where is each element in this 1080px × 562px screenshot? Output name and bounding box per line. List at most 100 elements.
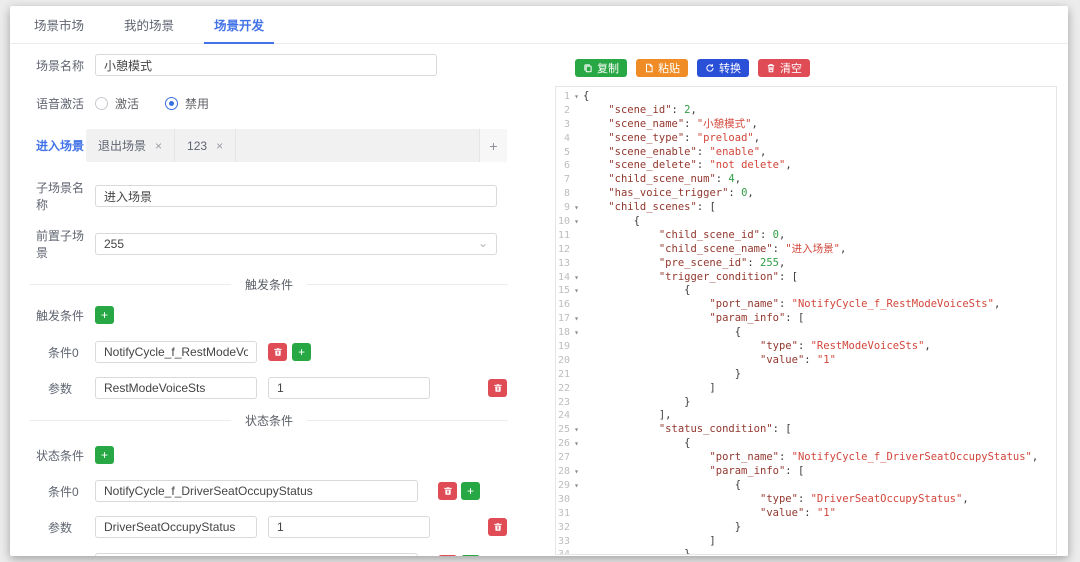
line-number: 33: [556, 535, 570, 549]
active-child-scene-tab[interactable]: 进入场景: [36, 137, 86, 154]
code-text: "type": "DriverSeatOccupyStatus",: [583, 493, 969, 507]
delete-condition-button[interactable]: [438, 555, 457, 556]
code-line: 9▾ "child_scenes": [: [556, 201, 1056, 215]
code-text: "type": "RestModeVoiceSts",: [583, 340, 931, 354]
close-icon[interactable]: ×: [216, 139, 223, 153]
radio-disable[interactable]: 禁用: [165, 95, 209, 112]
tab-my-scenes[interactable]: 我的场景: [114, 6, 184, 43]
code-line: 23 }: [556, 396, 1056, 410]
code-text: "has_voice_trigger": 0,: [583, 187, 754, 201]
add-param-button[interactable]: +: [292, 343, 311, 361]
scene-form: 场景名称 语音激活 激活 禁用 进入场景 退出场景: [10, 44, 533, 555]
add-child-scene-button[interactable]: +: [479, 129, 507, 162]
code-line: 16 "port_name": "NotifyCycle_f_RestModeV…: [556, 298, 1056, 312]
scene-name-row: 场景名称: [36, 54, 507, 76]
line-number: 26: [556, 437, 570, 451]
scene-dev-window: 场景市场 我的场景 场景开发 场景名称 语音激活 激活 禁用: [10, 6, 1068, 556]
collapse-toggle-icon[interactable]: ▾: [570, 479, 583, 493]
json-panel: 复制 粘贴 转换 清空 1▾{2 "scene_id": 2,3 "scene_…: [533, 44, 1068, 555]
convert-button[interactable]: 转换: [697, 59, 749, 77]
pre-scene-select[interactable]: [95, 233, 497, 255]
code-text: {: [583, 215, 640, 229]
json-code-editor[interactable]: 1▾{2 "scene_id": 2,3 "scene_name": "小憩模式…: [555, 86, 1057, 555]
trigger-param-name-input[interactable]: [95, 377, 257, 399]
add-status-condition-button[interactable]: +: [95, 446, 114, 464]
status-cond1-input[interactable]: [95, 553, 418, 556]
add-param-button[interactable]: +: [461, 555, 480, 556]
collapse-toggle-icon[interactable]: ▾: [570, 90, 583, 104]
tab-scene-market[interactable]: 场景市场: [24, 6, 94, 43]
line-number: 17: [556, 312, 570, 326]
line-number: 6: [556, 159, 570, 173]
collapse-toggle-icon[interactable]: ▾: [570, 423, 583, 437]
line-number: 30: [556, 493, 570, 507]
code-text: "child_scene_name": "进入场景",: [583, 243, 846, 257]
code-text: {: [583, 326, 741, 340]
line-number: 24: [556, 409, 570, 423]
code-line: 32 }: [556, 521, 1056, 535]
condition-label: 条件0: [48, 483, 95, 500]
code-text: "value": "1": [583, 507, 836, 521]
collapse-toggle-icon[interactable]: ▾: [570, 465, 583, 479]
status-param-name-input[interactable]: [95, 516, 257, 538]
status-cond0-input[interactable]: [95, 480, 418, 502]
trash-icon: [493, 522, 503, 532]
close-icon[interactable]: ×: [155, 139, 162, 153]
paste-button[interactable]: 粘贴: [636, 59, 688, 77]
status-divider: 状态条件: [30, 412, 508, 429]
collapse-toggle-icon[interactable]: ▾: [570, 326, 583, 340]
status-param-value-input[interactable]: [268, 516, 430, 538]
line-number: 23: [556, 396, 570, 410]
param-label: 参数: [48, 380, 95, 397]
tab-scene-development[interactable]: 场景开发: [204, 6, 274, 43]
code-line: 5 "scene_enable": "enable",: [556, 146, 1056, 160]
code-text: "scene_name": "小憩模式",: [583, 118, 758, 132]
collapse-toggle-icon[interactable]: ▾: [570, 284, 583, 298]
code-text: "status_condition": [: [583, 423, 792, 437]
child-scene-tab-label: 退出场景: [98, 137, 146, 154]
delete-param-button[interactable]: [488, 379, 507, 397]
code-text: {: [583, 284, 690, 298]
code-line: 4 "scene_type": "preload",: [556, 132, 1056, 146]
clear-button[interactable]: 清空: [758, 59, 810, 77]
add-trigger-condition-button[interactable]: +: [95, 306, 114, 324]
code-text: "scene_enable": "enable",: [583, 146, 766, 160]
gutter-spacer: [570, 368, 583, 382]
radio-activate[interactable]: 激活: [95, 95, 139, 112]
collapse-toggle-icon[interactable]: ▾: [570, 215, 583, 229]
delete-param-button[interactable]: [488, 518, 507, 536]
code-text: ]: [583, 382, 716, 396]
collapse-toggle-icon[interactable]: ▾: [570, 437, 583, 451]
code-text: }: [583, 521, 741, 535]
gutter-spacer: [570, 229, 583, 243]
child-scene-name-input[interactable]: [95, 185, 497, 207]
collapse-toggle-icon[interactable]: ▾: [570, 271, 583, 285]
add-param-button[interactable]: +: [461, 482, 480, 500]
code-text: "pre_scene_id": 255,: [583, 257, 785, 271]
code-line: 33 ]: [556, 535, 1056, 549]
gutter-spacer: [570, 548, 583, 555]
line-number: 5: [556, 146, 570, 160]
trigger-add-row: 触发条件 +: [36, 306, 507, 324]
collapse-toggle-icon[interactable]: ▾: [570, 201, 583, 215]
collapse-toggle-icon[interactable]: ▾: [570, 312, 583, 326]
code-text: "child_scene_num": 4,: [583, 173, 741, 187]
child-scene-tab[interactable]: 123 ×: [175, 129, 236, 162]
line-number: 10: [556, 215, 570, 229]
copy-button[interactable]: 复制: [575, 59, 627, 77]
code-line: 25▾ "status_condition": [: [556, 423, 1056, 437]
trigger-param-value-input[interactable]: [268, 377, 430, 399]
code-line: 12 "child_scene_name": "进入场景",: [556, 243, 1056, 257]
code-text: "param_info": [: [583, 465, 804, 479]
json-toolbar: 复制 粘贴 转换 清空: [575, 59, 1057, 77]
delete-condition-button[interactable]: [438, 482, 457, 500]
trigger-cond0-input[interactable]: [95, 341, 257, 363]
child-scene-tab-label: 123: [187, 139, 207, 153]
delete-condition-button[interactable]: [268, 343, 287, 361]
child-scene-tab[interactable]: 退出场景 ×: [86, 129, 175, 162]
code-text: "child_scene_id": 0,: [583, 229, 785, 243]
code-text: {: [583, 479, 741, 493]
scene-name-input[interactable]: [95, 54, 437, 76]
gutter-spacer: [570, 507, 583, 521]
voice-activation-row: 语音激活 激活 禁用: [36, 95, 507, 112]
